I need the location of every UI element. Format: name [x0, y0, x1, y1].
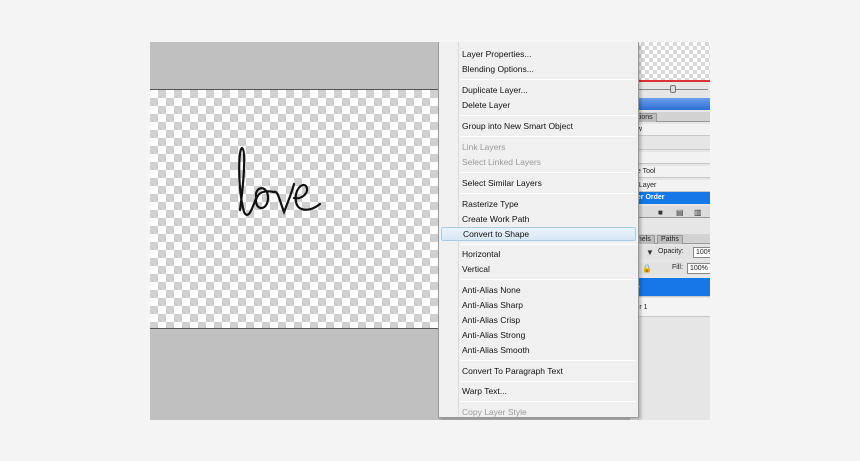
- fill-field[interactable]: 100%: [687, 263, 710, 274]
- dropdown-arrow-icon[interactable]: ▼: [646, 249, 654, 257]
- layer-context-menu: Layer Properties... Blending Options... …: [438, 42, 639, 418]
- menu-separator: [460, 244, 636, 245]
- menu-separator: [460, 401, 636, 402]
- layers-tab-row: nnels Paths: [630, 234, 710, 244]
- menu-item-duplicate-layer[interactable]: Duplicate Layer...: [439, 83, 638, 97]
- menu-separator: [460, 279, 636, 280]
- menu-item-convert-to-shape[interactable]: Convert to Shape: [441, 227, 636, 241]
- actions-row[interactable]: e: [630, 152, 710, 164]
- menu-separator: [460, 115, 636, 116]
- zoom-slider-icon[interactable]: [670, 85, 676, 93]
- photoshop-window: love otions ew e pe Tool e Layer yer Ord…: [150, 42, 710, 420]
- menu-item-layer-properties[interactable]: Layer Properties...: [439, 47, 638, 61]
- menu-separator: [460, 136, 636, 137]
- actions-row[interactable]: ew: [630, 124, 710, 136]
- menu-separator: [460, 381, 636, 382]
- menu-item-group-smart-object[interactable]: Group into New Smart Object: [439, 119, 638, 133]
- menu-item-anti-alias-none[interactable]: Anti-Alias None: [439, 283, 638, 297]
- menu-item-delete-layer[interactable]: Delete Layer: [439, 98, 638, 112]
- new-action-icon[interactable]: ▤: [676, 209, 684, 217]
- menu-separator: [460, 360, 636, 361]
- menu-item-anti-alias-crisp[interactable]: Anti-Alias Crisp: [439, 313, 638, 327]
- zoom-slider[interactable]: [630, 84, 710, 94]
- menu-item-convert-paragraph-text[interactable]: Convert To Paragraph Text: [439, 364, 638, 378]
- menu-item-vertical[interactable]: Vertical: [439, 262, 638, 276]
- menu-item-link-layers: Link Layers: [462, 142, 506, 152]
- actions-row-selected[interactable]: yer Order: [630, 192, 710, 204]
- panel-titlebar: [630, 98, 710, 110]
- menu-item-horizontal[interactable]: Horizontal: [439, 247, 638, 261]
- menu-item-select-linked-layers: Select Linked Layers: [462, 157, 541, 167]
- menu-item-anti-alias-strong[interactable]: Anti-Alias Strong: [439, 328, 638, 342]
- menu-item-copy-layer-style: Copy Layer Style: [462, 407, 527, 417]
- opacity-field[interactable]: 100%: [693, 247, 710, 258]
- blend-opacity-row: ▼ Opacity: 100%: [630, 246, 710, 259]
- menu-item-anti-alias-smooth[interactable]: Anti-Alias Smooth: [439, 343, 638, 357]
- opacity-label: Opacity:: [658, 248, 684, 255]
- love-handwriting: [238, 146, 322, 216]
- delete-icon[interactable]: ▥: [694, 209, 702, 217]
- menu-separator: [460, 79, 636, 80]
- actions-row[interactable]: e Layer: [630, 180, 710, 192]
- lock-fill-row: ✚ 🔒 Fill: 100%: [630, 262, 710, 275]
- menu-separator: [460, 172, 636, 173]
- layer-row[interactable]: yer 1: [630, 298, 710, 317]
- actions-icon-strip: ■ ▤ ▥: [630, 206, 710, 218]
- menu-item-rasterize-type[interactable]: Rasterize Type: [439, 197, 638, 211]
- actions-row[interactable]: pe Tool: [630, 166, 710, 178]
- document-canvas[interactable]: love: [150, 89, 440, 329]
- menu-item-create-work-path[interactable]: Create Work Path: [439, 212, 638, 226]
- menu-item-blending-options[interactable]: Blending Options...: [439, 62, 638, 76]
- menu-separator: [460, 193, 636, 194]
- actions-spacer: [630, 138, 710, 150]
- stop-icon[interactable]: ■: [658, 209, 663, 217]
- layer-row-selected[interactable]: ve: [630, 278, 710, 297]
- menu-item-warp-text[interactable]: Warp Text...: [439, 384, 638, 398]
- right-panels: otions ew e pe Tool e Layer yer Order ■ …: [630, 82, 710, 420]
- lock-icon[interactable]: 🔒: [642, 265, 652, 273]
- menu-item-anti-alias-sharp[interactable]: Anti-Alias Sharp: [439, 298, 638, 312]
- tab-paths[interactable]: Paths: [657, 235, 683, 244]
- fill-label: Fill:: [672, 264, 683, 271]
- menu-item-select-similar-layers[interactable]: Select Similar Layers: [439, 176, 638, 190]
- actions-tab-row: otions: [630, 112, 710, 122]
